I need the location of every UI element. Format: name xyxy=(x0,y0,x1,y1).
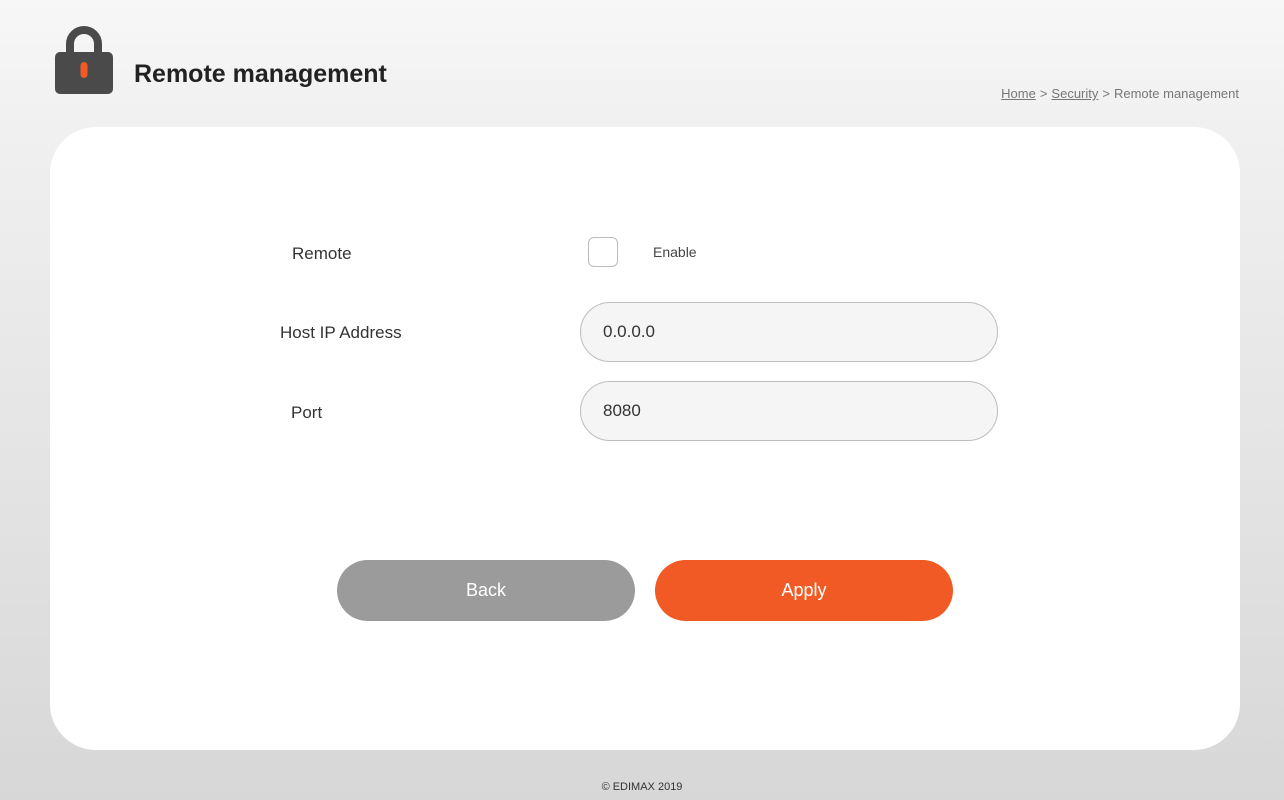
breadcrumb: Home > Security > Remote management xyxy=(1001,86,1239,101)
back-button[interactable]: Back xyxy=(337,560,635,621)
breadcrumb-separator: > xyxy=(1102,86,1110,101)
breadcrumb-separator: > xyxy=(1039,86,1048,101)
footer-copyright: © EDIMAX 2019 xyxy=(601,781,683,793)
host-ip-label: Host IP Address xyxy=(280,323,402,342)
apply-button[interactable]: Apply xyxy=(655,560,953,621)
host-ip-input[interactable] xyxy=(580,302,998,362)
breadcrumb-security-link[interactable]: Security xyxy=(1051,86,1098,101)
remote-enable-checkbox[interactable] xyxy=(588,237,618,267)
page-title: Remote management xyxy=(134,60,387,88)
settings-card: Remote Enable Host IP Address Port Back … xyxy=(50,127,1240,750)
port-input[interactable] xyxy=(580,381,998,441)
remote-label: Remote xyxy=(292,244,352,263)
breadcrumb-home-link[interactable]: Home xyxy=(1001,86,1036,101)
remote-enable-label: Enable xyxy=(653,244,697,260)
port-label: Port xyxy=(291,403,323,422)
breadcrumb-current: Remote management xyxy=(1113,86,1239,101)
lock-icon xyxy=(55,26,113,94)
